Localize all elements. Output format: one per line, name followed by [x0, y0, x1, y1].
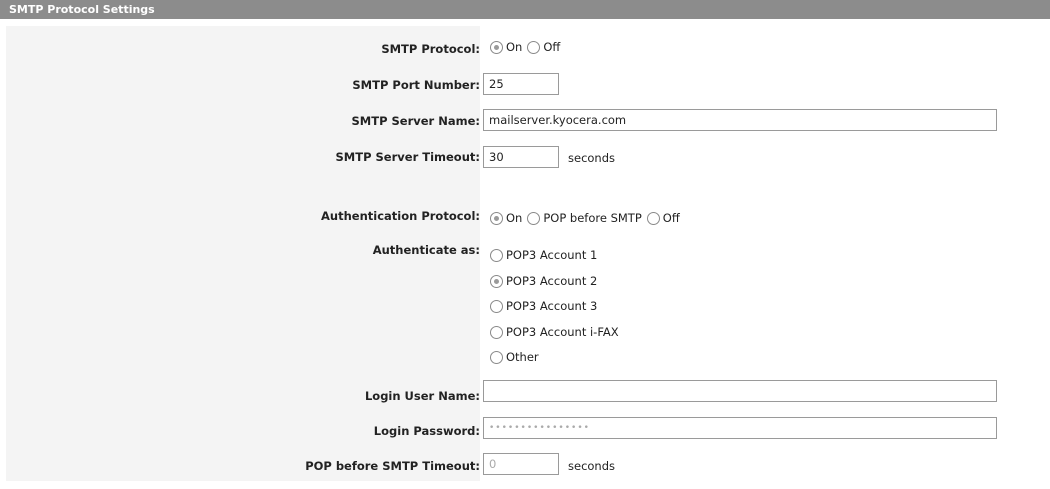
- smtp-protocol-off-radio[interactable]: Off: [527, 40, 560, 54]
- smtp-protocol-label: SMTP Protocol:: [381, 42, 480, 56]
- radio-label: POP3 Account i-FAX: [506, 325, 619, 339]
- auth-protocol-off-radio[interactable]: Off: [646, 211, 680, 225]
- radio-unselected-icon: [490, 299, 503, 313]
- smtp-server-name-input[interactable]: [483, 109, 997, 131]
- pop3-account-2-radio[interactable]: POP3 Account 2: [490, 274, 597, 288]
- radio-label: Other: [506, 350, 539, 364]
- smtp-port-input[interactable]: [483, 73, 559, 95]
- radio-unselected-icon: [490, 248, 503, 262]
- auth-protocol-pop-before-smtp-radio[interactable]: POP before SMTP: [527, 211, 642, 225]
- radio-label: POP3 Account 2: [506, 274, 598, 288]
- radio-selected-icon: [490, 274, 503, 288]
- radio-unselected-icon: [527, 40, 541, 54]
- radio-label: POP before SMTP: [543, 211, 642, 225]
- radio-unselected-icon: [490, 350, 503, 364]
- pop3-account-ifax-radio[interactable]: POP3 Account i-FAX: [490, 325, 619, 339]
- authenticate-as-option-4: POP3 Account i-FAX: [490, 325, 624, 339]
- auth-protocol-label: Authentication Protocol:: [321, 209, 480, 223]
- authenticate-as-option-1: POP3 Account 1: [490, 248, 602, 262]
- login-user-name-label: Login User Name:: [364, 389, 480, 403]
- auth-protocol-on-radio[interactable]: On: [490, 211, 522, 225]
- radio-label: POP3 Account 3: [506, 299, 598, 313]
- smtp-protocol-radio-group: On Off: [490, 40, 565, 54]
- auth-protocol-radio-group: On POP before SMTP Off: [490, 211, 685, 225]
- smtp-protocol-on-radio[interactable]: On: [490, 40, 522, 54]
- radio-label: On: [506, 211, 523, 225]
- smtp-port-label: SMTP Port Number:: [352, 78, 480, 92]
- radio-unselected-icon: [646, 211, 660, 225]
- login-password-input[interactable]: [483, 417, 997, 439]
- login-user-name-input[interactable]: [483, 380, 997, 402]
- authenticate-as-option-2: POP3 Account 2: [490, 274, 602, 288]
- authenticate-as-label: Authenticate as:: [372, 243, 480, 257]
- smtp-server-timeout-input[interactable]: [483, 146, 559, 168]
- radio-unselected-icon: [490, 325, 503, 339]
- radio-unselected-icon: [527, 211, 541, 225]
- pop-before-smtp-timeout-input[interactable]: [483, 453, 559, 475]
- pop-timeout-unit: seconds: [568, 459, 616, 473]
- login-password-label: Login Password:: [373, 424, 480, 438]
- radio-label: Off: [543, 40, 561, 54]
- radio-label: Off: [662, 211, 680, 225]
- radio-label: On: [506, 40, 523, 54]
- smtp-server-timeout-label: SMTP Server Timeout:: [335, 150, 480, 164]
- other-account-radio[interactable]: Other: [490, 350, 539, 364]
- radio-selected-icon: [490, 40, 503, 54]
- authenticate-as-option-3: POP3 Account 3: [490, 299, 602, 313]
- pop3-account-1-radio[interactable]: POP3 Account 1: [490, 248, 597, 262]
- radio-selected-icon: [490, 211, 503, 225]
- radio-label: POP3 Account 1: [506, 248, 598, 262]
- smtp-server-name-label: SMTP Server Name:: [351, 114, 481, 128]
- smtp-timeout-unit: seconds: [568, 151, 616, 165]
- pop3-account-3-radio[interactable]: POP3 Account 3: [490, 299, 597, 313]
- pop-before-smtp-timeout-label: POP before SMTP Timeout:: [305, 459, 480, 473]
- section-header: SMTP Protocol Settings: [0, 0, 1050, 19]
- authenticate-as-option-5: Other: [490, 350, 544, 364]
